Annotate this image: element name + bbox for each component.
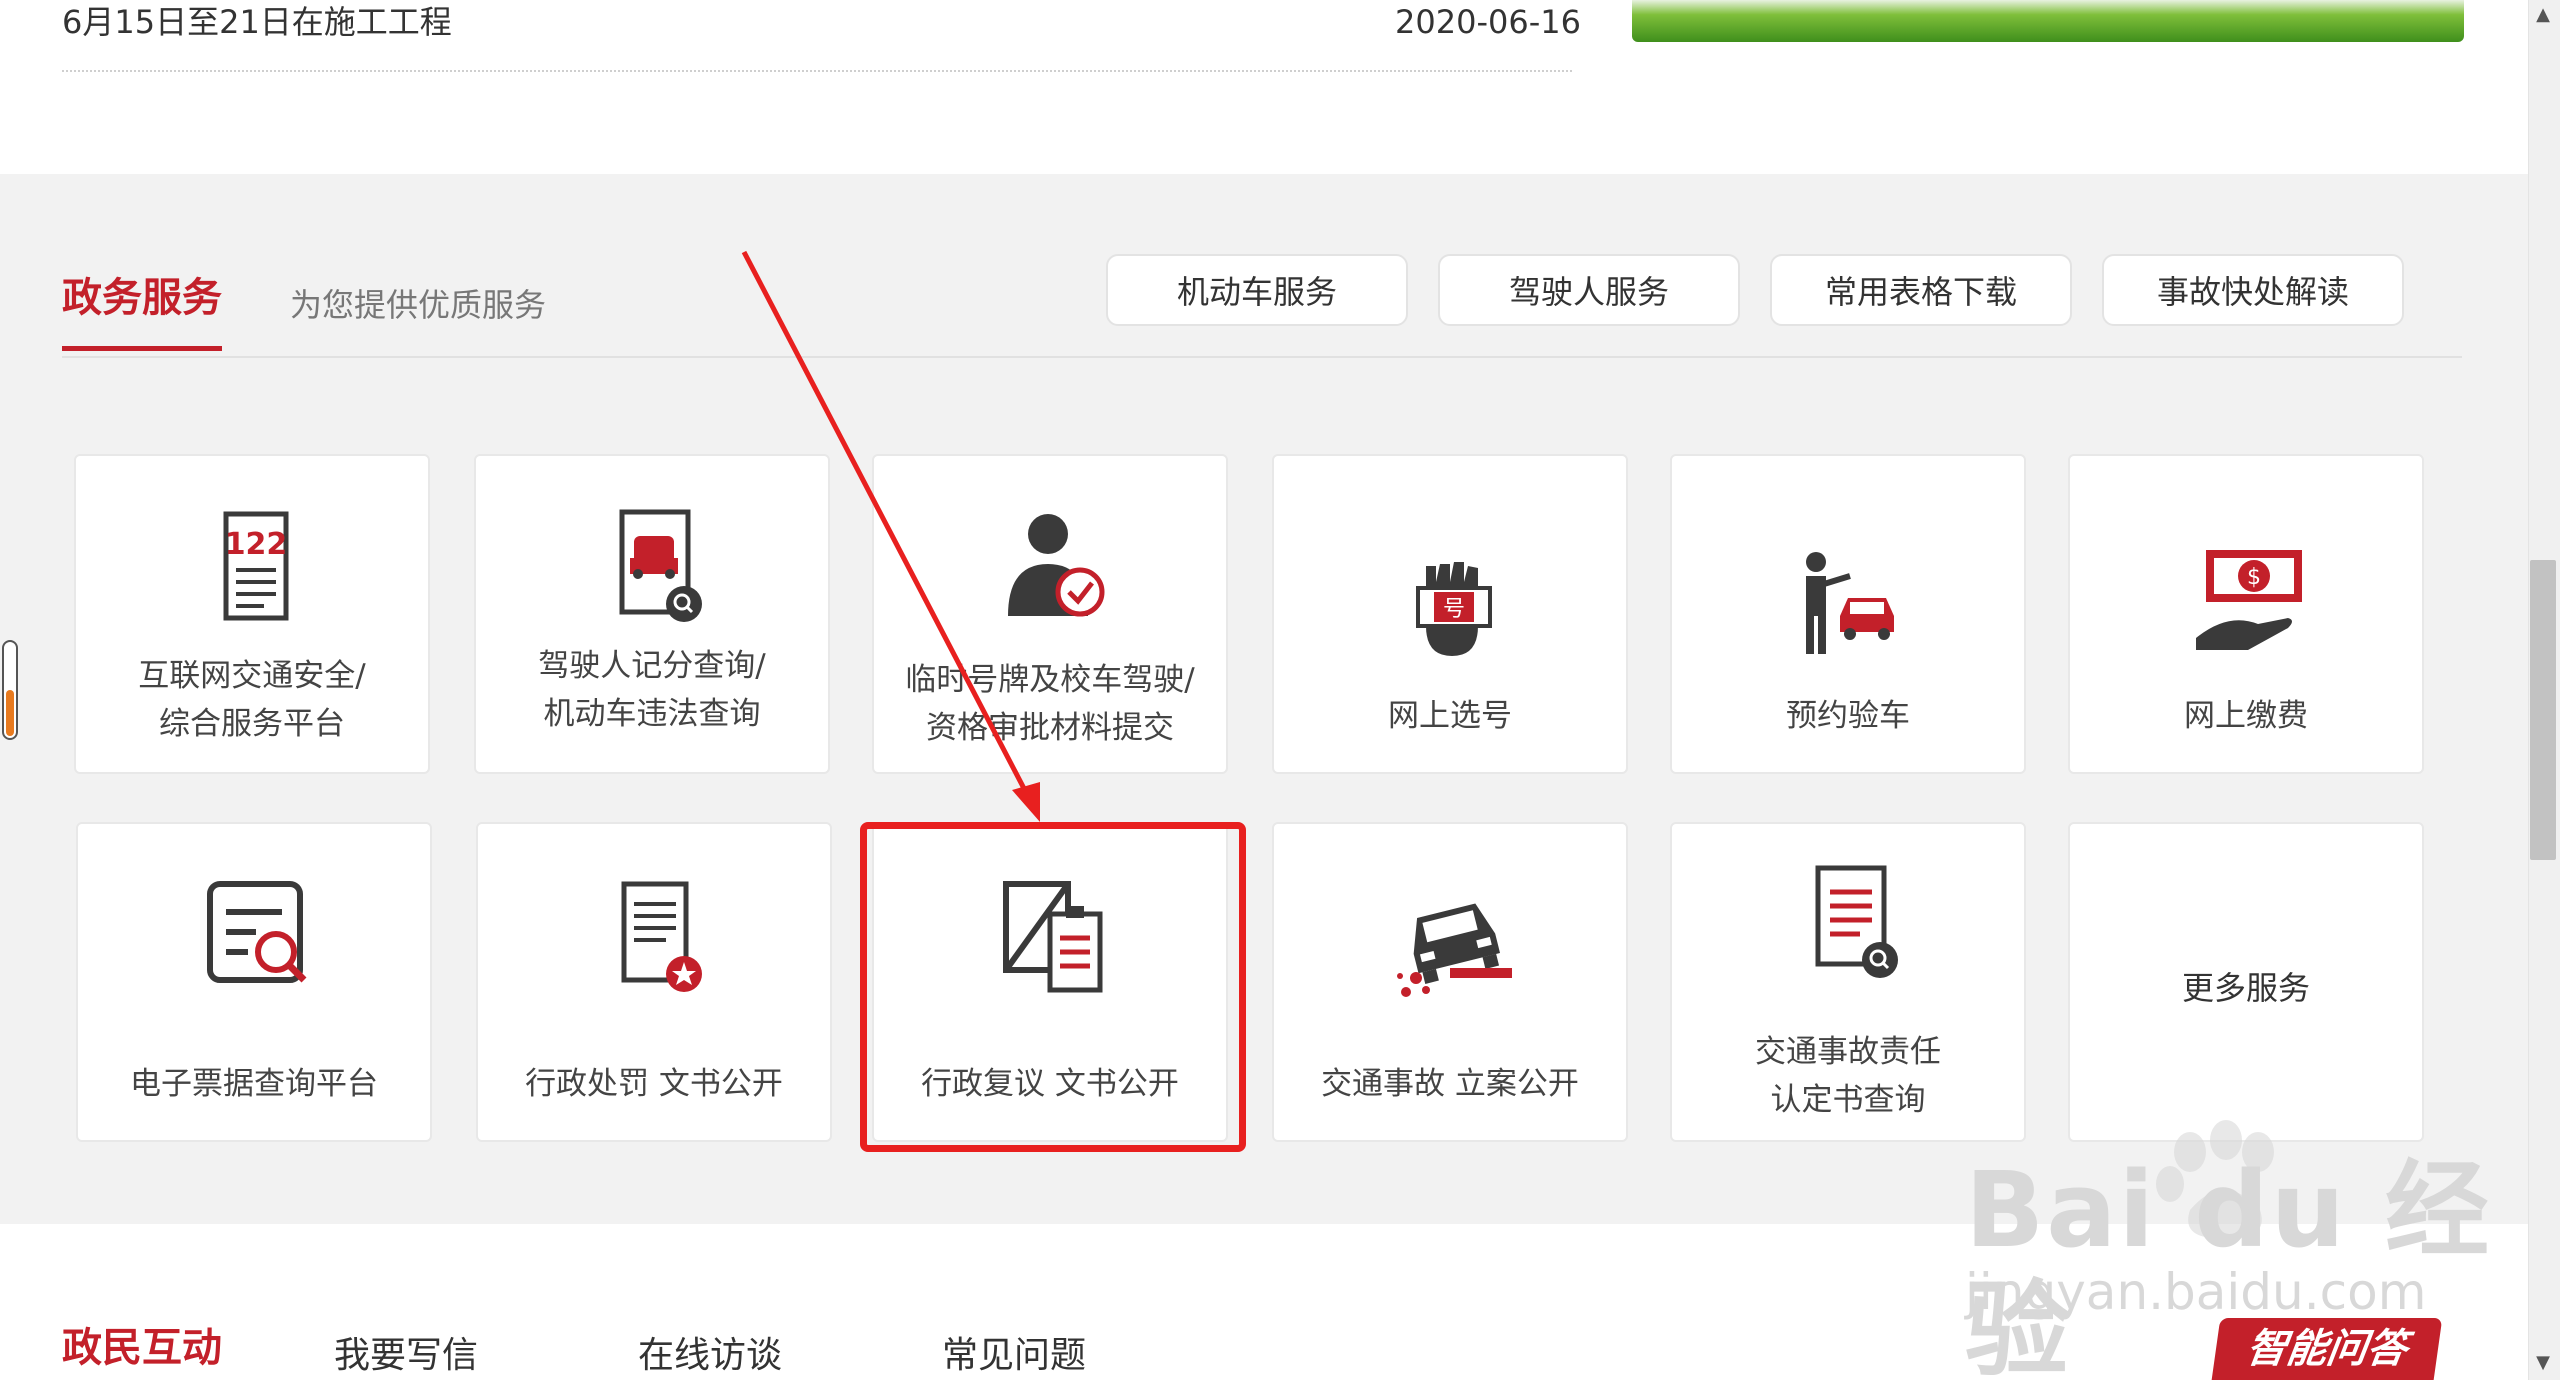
news-item-date: 2020-06-16: [1395, 3, 1581, 41]
crash-car-icon: [1397, 903, 1512, 997]
services-divider: [62, 356, 2462, 358]
hand-money-icon: $: [2196, 550, 2302, 650]
watermark-url: jingyan.baidu.com: [1965, 1263, 2427, 1321]
card-label: 电子票据查询平台: [130, 1066, 378, 1102]
tab-vehicle-services[interactable]: 机动车服务: [1106, 254, 1408, 326]
services-heading: 政务服务: [62, 275, 222, 321]
scroll-down-icon[interactable]: ▼: [2530, 1352, 2556, 1374]
scrollbar-thumb[interactable]: [2530, 560, 2556, 860]
122-document-icon: 122: [223, 511, 289, 621]
service-card-penalty-docs[interactable]: 行政处罚 文书公开: [476, 822, 832, 1142]
more-services-label: 更多服务: [2181, 969, 2310, 1007]
write-letter-link[interactable]: 我要写信: [334, 1328, 478, 1384]
hand-plate-icon: 号: [1416, 562, 1492, 656]
svg-text:122: 122: [225, 527, 288, 562]
card-label: 交通事故 立案公开: [1321, 1066, 1579, 1102]
svg-text:号: 号: [1443, 597, 1465, 622]
svg-text:$: $: [2247, 565, 2261, 590]
online-interview-link[interactable]: 在线访谈: [638, 1328, 782, 1384]
service-card-online-payment[interactable]: $ 网上缴费: [2068, 454, 2424, 774]
service-card-e-receipt[interactable]: 电子票据查询平台: [76, 822, 432, 1142]
card-label: 驾驶人记分查询/机动车违法查询: [538, 648, 766, 732]
user-check-icon: [1008, 514, 1105, 617]
receipt-search-icon: [207, 881, 307, 983]
service-card-temp-plate[interactable]: 临时号牌及校车驾驶/资格审批材料提交: [872, 454, 1228, 774]
tab-form-downloads[interactable]: 常用表格下载: [1770, 254, 2072, 326]
side-progress-fill: [6, 690, 14, 736]
banner-image[interactable]: [1632, 0, 2464, 42]
interaction-heading: 政民互动: [62, 1325, 222, 1371]
document-search-icon: [1815, 865, 1898, 978]
car-search-icon: [619, 509, 702, 622]
service-card-accident-case[interactable]: 交通事故 立案公开: [1272, 822, 1628, 1142]
document-stamp-icon: [621, 881, 702, 992]
faq-link[interactable]: 常见问题: [942, 1328, 1086, 1384]
card-label: 临时号牌及校车驾驶/资格审批材料提交: [905, 662, 1195, 746]
highlight-box: [860, 822, 1246, 1152]
card-label: 网上选号: [1388, 698, 1512, 734]
card-label: 网上缴费: [2184, 698, 2308, 734]
services-subtitle: 为您提供优质服务: [290, 286, 547, 324]
service-card-internet-platform[interactable]: 122 互联网交通安全/综合服务平台: [74, 454, 430, 774]
card-label: 互联网交通安全/综合服务平台: [138, 658, 366, 742]
tab-accident-guide[interactable]: 事故快处解读: [2102, 254, 2404, 326]
card-label: 行政处罚 文书公开: [525, 1066, 783, 1102]
service-card-plate-selection[interactable]: 号 网上选号: [1272, 454, 1628, 774]
service-card-points-query[interactable]: 驾驶人记分查询/机动车违法查询: [474, 454, 830, 774]
news-item-title[interactable]: 6月15日至21日在施工工程: [62, 0, 452, 44]
person-car-icon: [1806, 552, 1894, 654]
services-heading-underline: [62, 346, 222, 351]
tab-driver-services[interactable]: 驾驶人服务: [1438, 254, 1740, 326]
card-label: 预约验车: [1786, 698, 1910, 734]
news-divider: [62, 70, 1572, 72]
service-card-inspection-booking[interactable]: 预约验车: [1670, 454, 2026, 774]
scroll-up-icon[interactable]: ▲: [2530, 4, 2556, 26]
